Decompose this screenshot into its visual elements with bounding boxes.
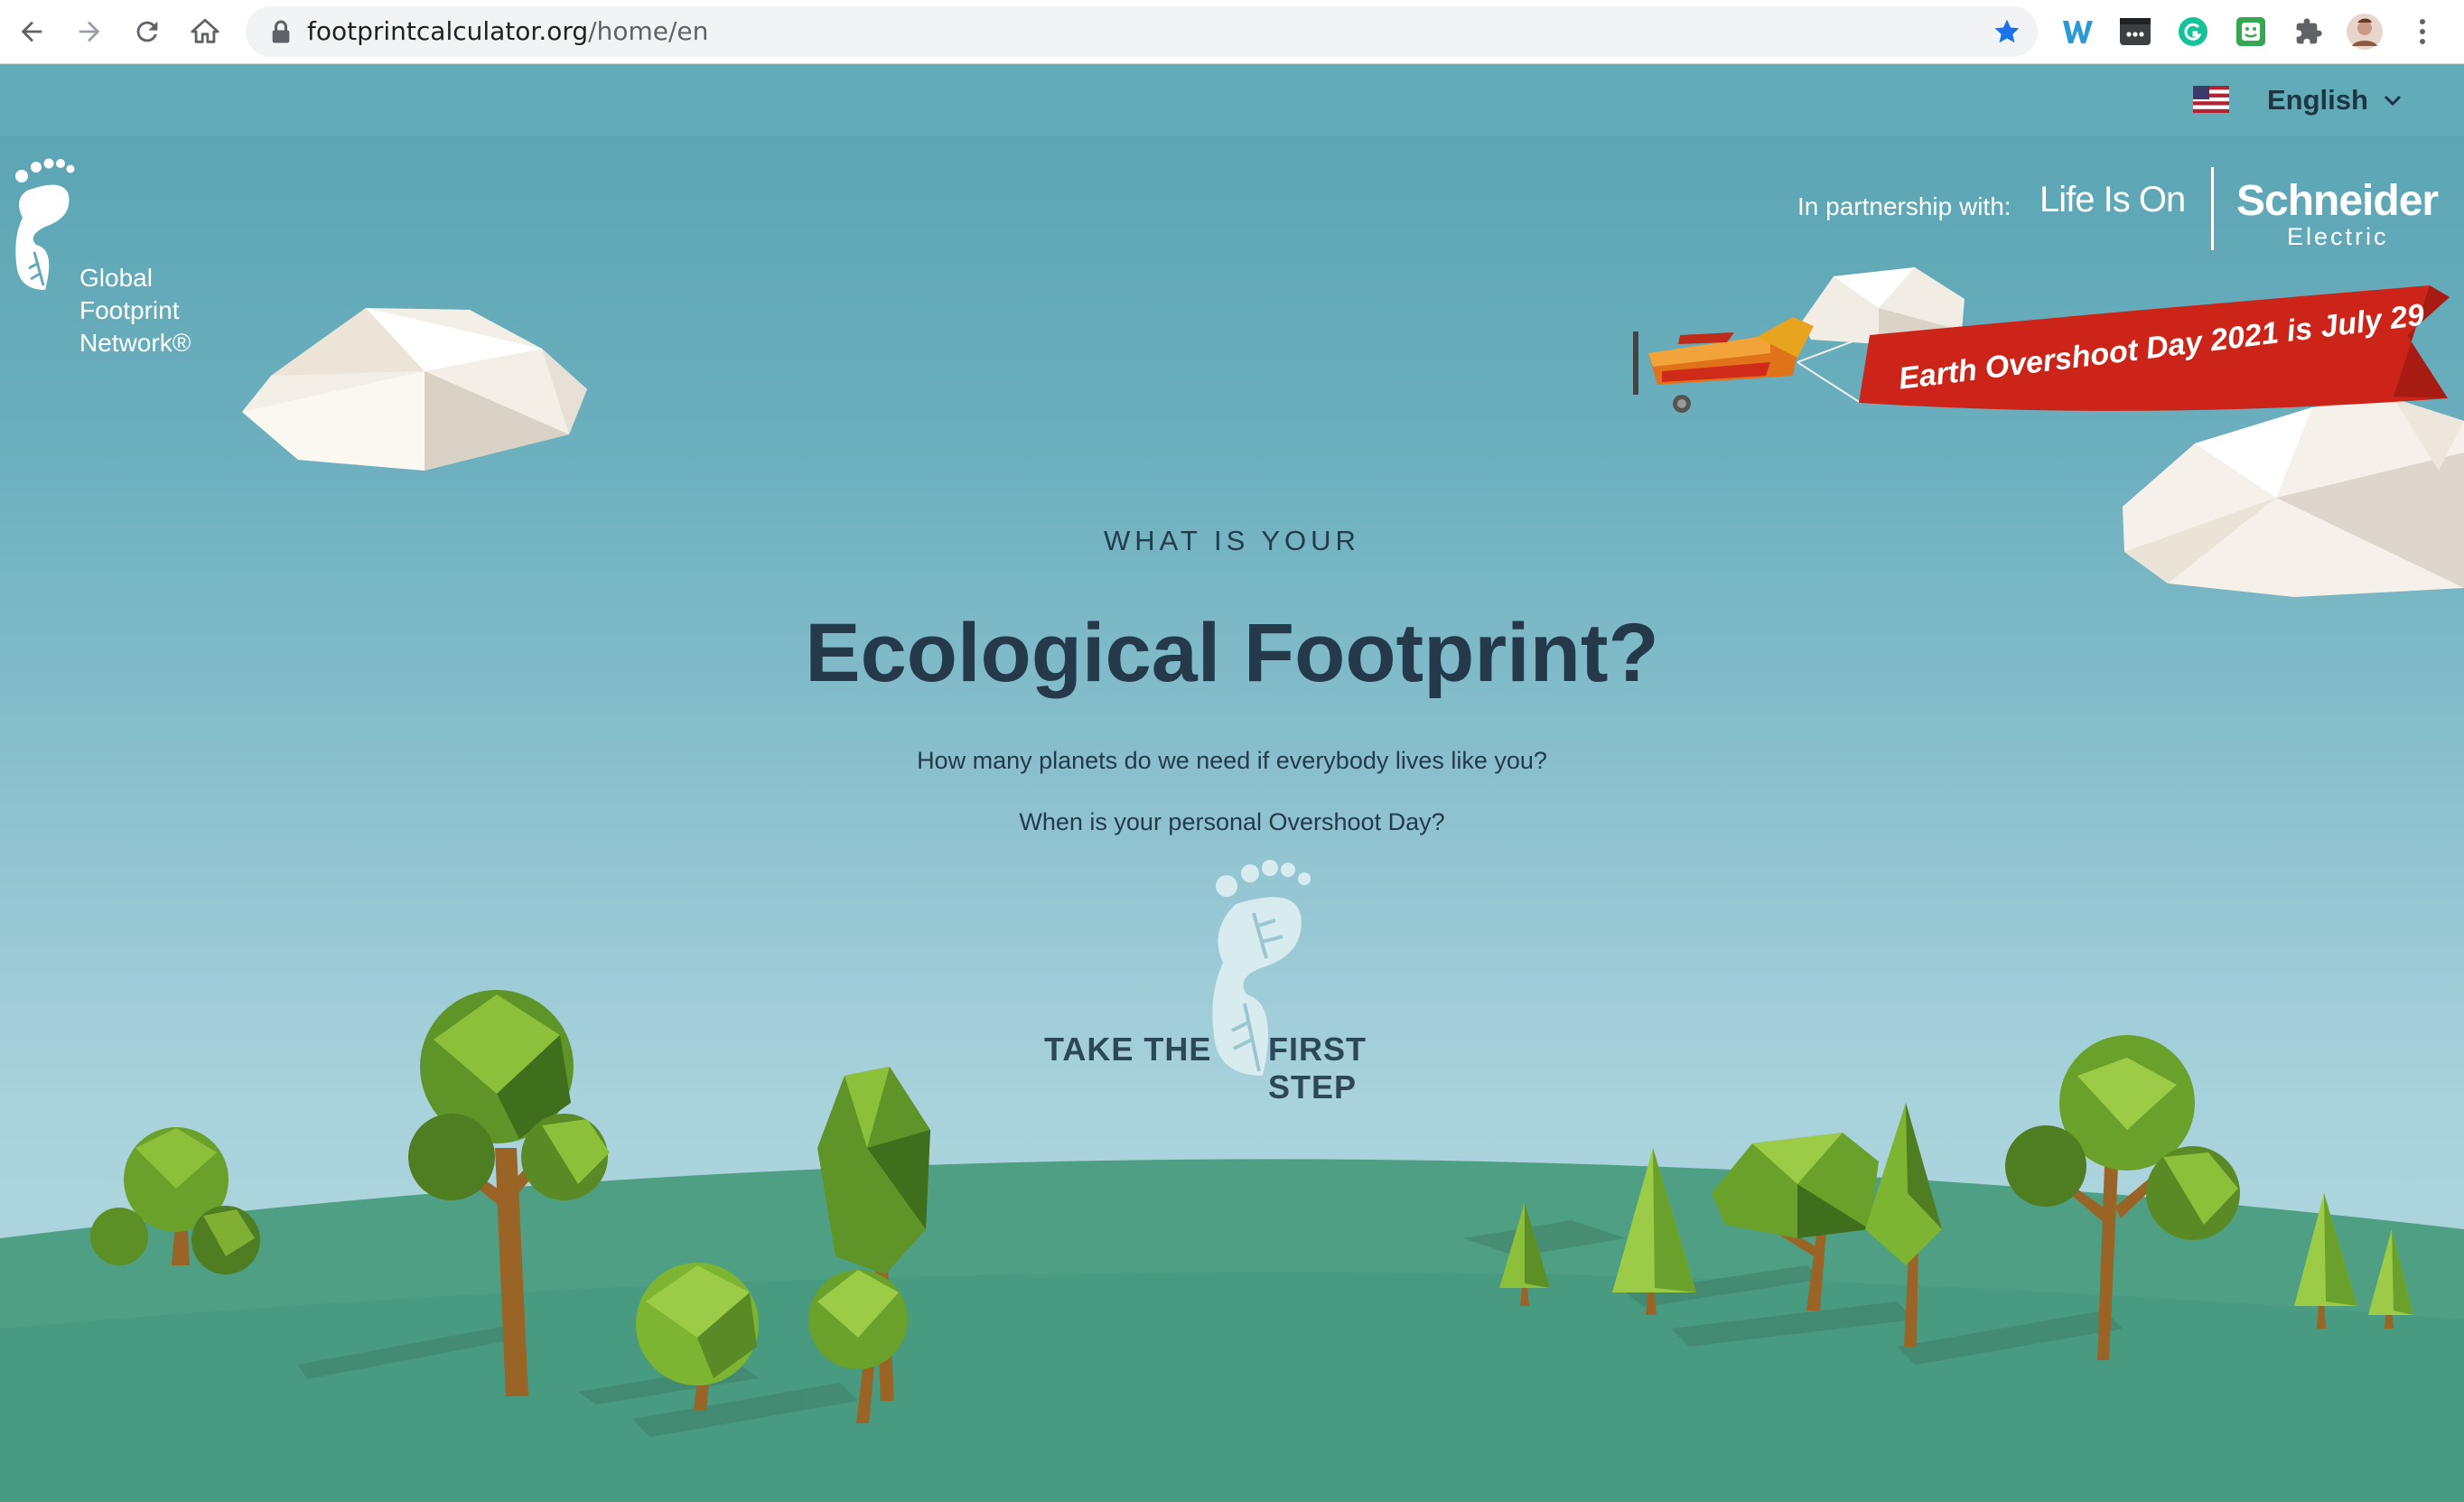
hero-question-1: How many planets do we need if everybody… [917,747,1547,774]
chrome-menu-button[interactable] [2404,14,2441,50]
cloud-left [242,308,587,471]
lock-icon [272,20,290,43]
partner-label: In partnership with: [1797,192,2011,220]
reload-icon [136,21,158,42]
extension-w-icon [2063,21,2093,43]
extension-green-button[interactable] [2233,14,2269,50]
extensions-button[interactable] [2291,14,2327,50]
cta-left-text: TAKE THE [1044,1031,1212,1068]
puzzle-icon [2296,18,2322,44]
extension-dots-button[interactable] [2117,14,2153,50]
url-path: /home/en [588,16,709,46]
language-bar: English [0,64,2464,136]
grammarly-icon [2179,17,2207,46]
cta-right-text: FIRST STEP [1268,1031,1367,1106]
star-icon[interactable] [1993,17,2021,46]
logo-line-3: Network® [79,329,191,357]
home-button[interactable] [184,11,226,52]
language-label: English [2267,84,2368,116]
url-host: footprintcalculator.org [307,16,589,46]
back-icon [21,21,42,42]
hero-pre-title: WHAT IS YOUR [1104,525,1360,556]
address-bar[interactable]: footprintcalculator.org/home/en [246,6,2038,57]
web-page: English Global Footprint Network® In par… [0,64,2464,1502]
language-selector[interactable]: English [2186,64,2412,136]
extension-dots-icon [2120,18,2151,45]
schneider-logo[interactable]: Schneider [2236,176,2439,226]
profile-avatar [2347,14,2383,50]
us-flag-icon [2193,86,2229,113]
extension-green-icon [2236,17,2265,46]
logo-line-2: Footprint [79,296,180,324]
footprint-logo-icon [15,158,75,290]
hero-title: Ecological Footprint? [805,607,1659,699]
menu-icon [2420,19,2425,44]
extension-w-button[interactable] [2059,14,2095,50]
reload-button[interactable] [126,11,168,52]
life-is-on-logo[interactable]: Life Is On [2039,180,2186,220]
browser-toolbar: footprintcalculator.org/home/en [0,0,2464,64]
take-first-step-button[interactable]: TAKE THE FIRST STEP [1021,859,1436,1106]
landscape-scene [0,267,2464,1502]
forward-button[interactable] [69,11,110,52]
gfn-logo[interactable]: Global Footprint Network® [9,154,208,357]
grammarly-button[interactable] [2175,14,2211,50]
schneider-logo-sub: Electric [2287,223,2389,250]
cloud-right [2123,398,2464,597]
back-button[interactable] [11,11,52,52]
partner-divider [2211,167,2214,250]
profile-button[interactable] [2347,14,2383,50]
forward-icon [79,21,100,42]
url-text: footprintcalculator.org/home/en [307,6,708,57]
chevron-down-icon [2384,95,2402,107]
logo-line-1: Global [79,264,153,292]
home-icon [191,18,219,43]
hero-question-2: When is your personal Overshoot Day? [1019,808,1445,835]
